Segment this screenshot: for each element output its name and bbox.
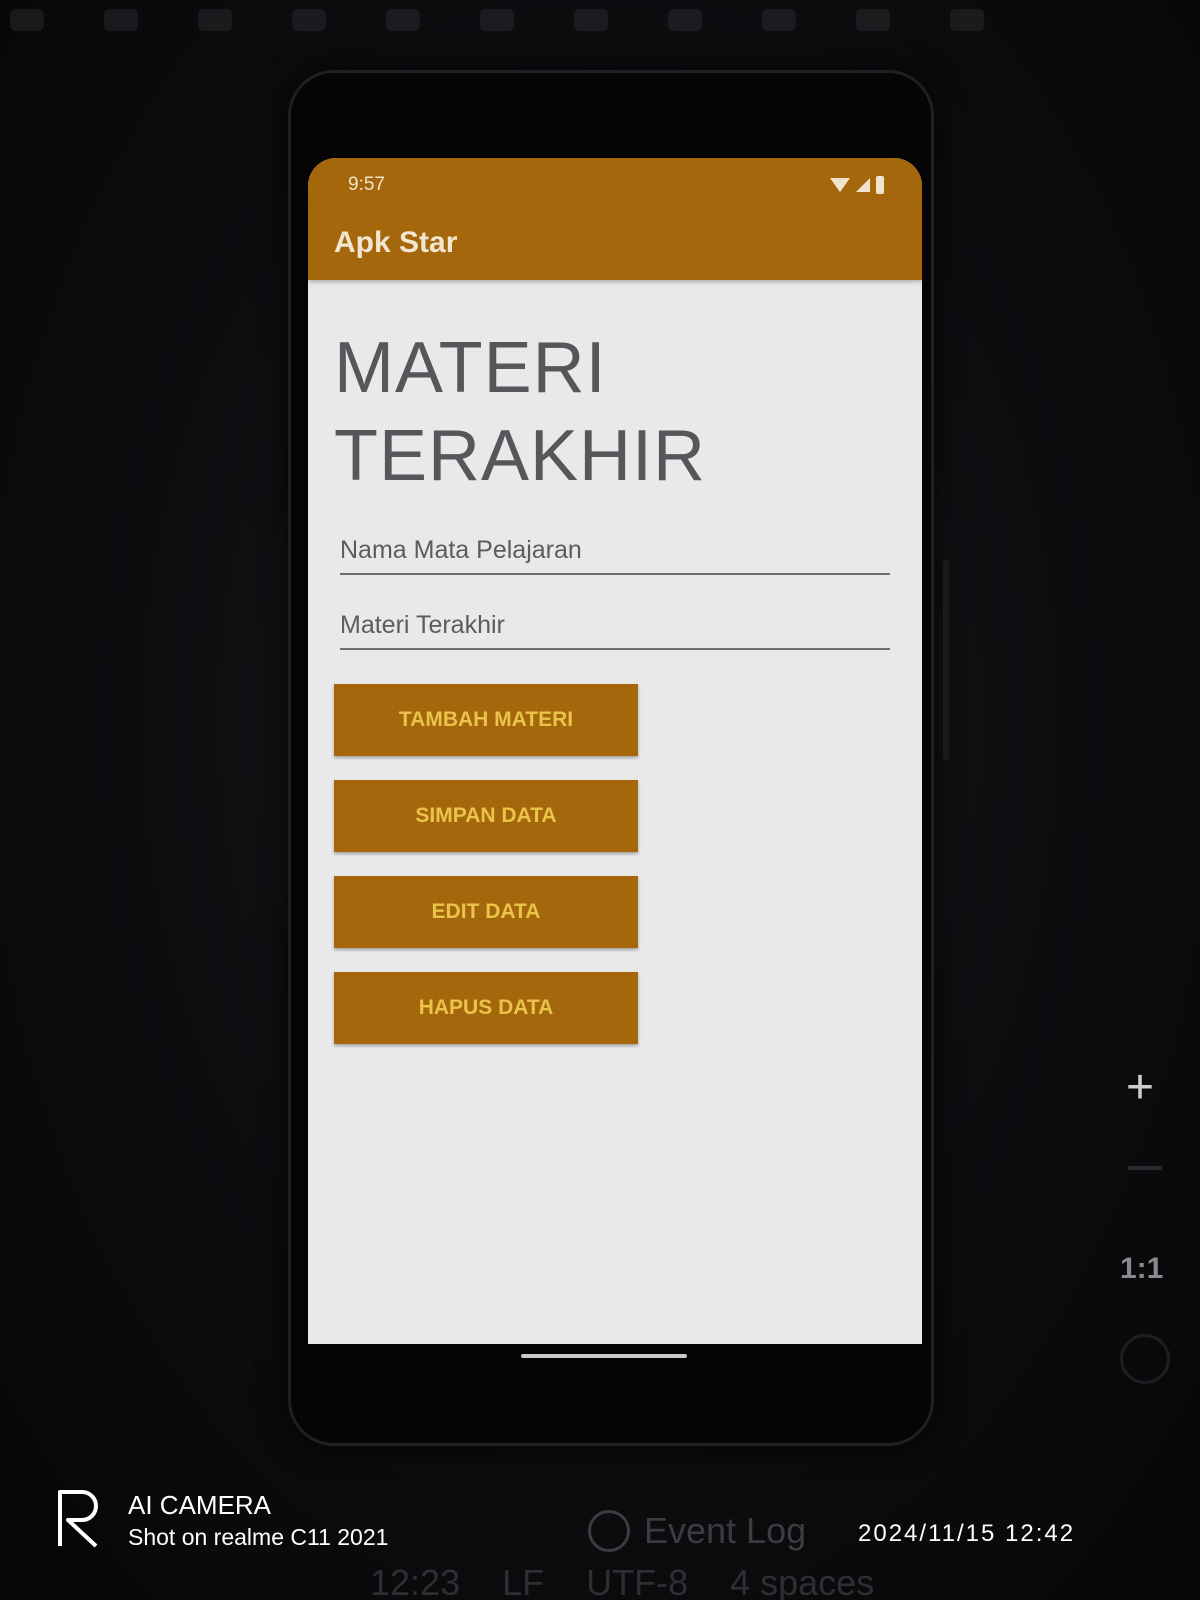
line-ending[interactable]: LF [502,1562,544,1600]
camera-brand: AI CAMERA [128,1490,272,1520]
button-group: TAMBAH MATERI SIMPAN DATA EDIT DATA HAPU… [334,680,896,1044]
page-heading: MATERI TERAKHIR [334,328,707,496]
toolbar-button[interactable] [668,9,702,31]
event-log-label: Event Log [644,1510,807,1551]
indent-setting[interactable]: 4 spaces [730,1562,874,1600]
phone-side-button[interactable] [943,560,949,760]
gesture-nav-bar[interactable] [521,1354,687,1358]
signal-icon [856,178,870,192]
edit-data-button[interactable]: EDIT DATA [334,876,638,948]
toolbar-button[interactable] [950,9,984,31]
ide-status-line: 12:23 LF UTF-8 4 spaces [370,1562,874,1600]
file-encoding[interactable]: UTF-8 [586,1562,688,1600]
material-field-wrapper [340,605,890,650]
save-data-button[interactable]: SIMPAN DATA [334,780,638,852]
emulator-control-icon[interactable] [1120,1334,1170,1384]
event-log-icon [588,1510,630,1552]
toolbar-button[interactable] [856,9,890,31]
subject-field-wrapper [340,530,890,575]
main-content: MATERI TERAKHIR TAMBAH MATERI SIMPAN DAT… [308,280,922,1044]
delete-data-button[interactable]: HAPUS DATA [334,972,638,1044]
event-log-tab[interactable]: Event Log [588,1510,806,1552]
zoom-out-button[interactable] [1128,1166,1162,1170]
subject-name-input[interactable] [340,530,890,575]
photo-stage: 9:57 Apk Star MATERI TERAKHIR TAMBAH MAT… [0,0,1200,1600]
last-material-input[interactable] [340,605,890,650]
realme-logo-icon [58,1490,98,1548]
toolbar-button[interactable] [292,9,326,31]
toolbar-button[interactable] [198,9,232,31]
photo-datetime: 2024/11/15 12:42 [858,1520,1076,1547]
toolbar-button[interactable] [10,9,44,31]
status-time: 9:57 [348,174,385,195]
app-title: Apk Star [334,226,458,259]
toolbar-button[interactable] [762,9,796,31]
wifi-icon [830,178,850,192]
status-bar: 9:57 [308,158,922,206]
toolbar-button[interactable] [386,9,420,31]
toolbar-button[interactable] [574,9,608,31]
add-material-button[interactable]: TAMBAH MATERI [334,684,638,756]
app-bar: Apk Star [308,206,922,280]
actual-size-button[interactable]: 1:1 [1120,1252,1163,1286]
battery-icon [876,176,884,194]
camera-model: Shot on realme C11 2021 [128,1524,389,1550]
ide-toolbar [0,0,1200,40]
toolbar-button[interactable] [104,9,138,31]
status-icons [830,170,884,194]
app-screen: 9:57 Apk Star MATERI TERAKHIR TAMBAH MAT… [308,158,922,1344]
toolbar-button[interactable] [480,9,514,31]
zoom-in-button[interactable]: + [1126,1060,1154,1115]
cursor-position[interactable]: 12:23 [370,1562,460,1600]
